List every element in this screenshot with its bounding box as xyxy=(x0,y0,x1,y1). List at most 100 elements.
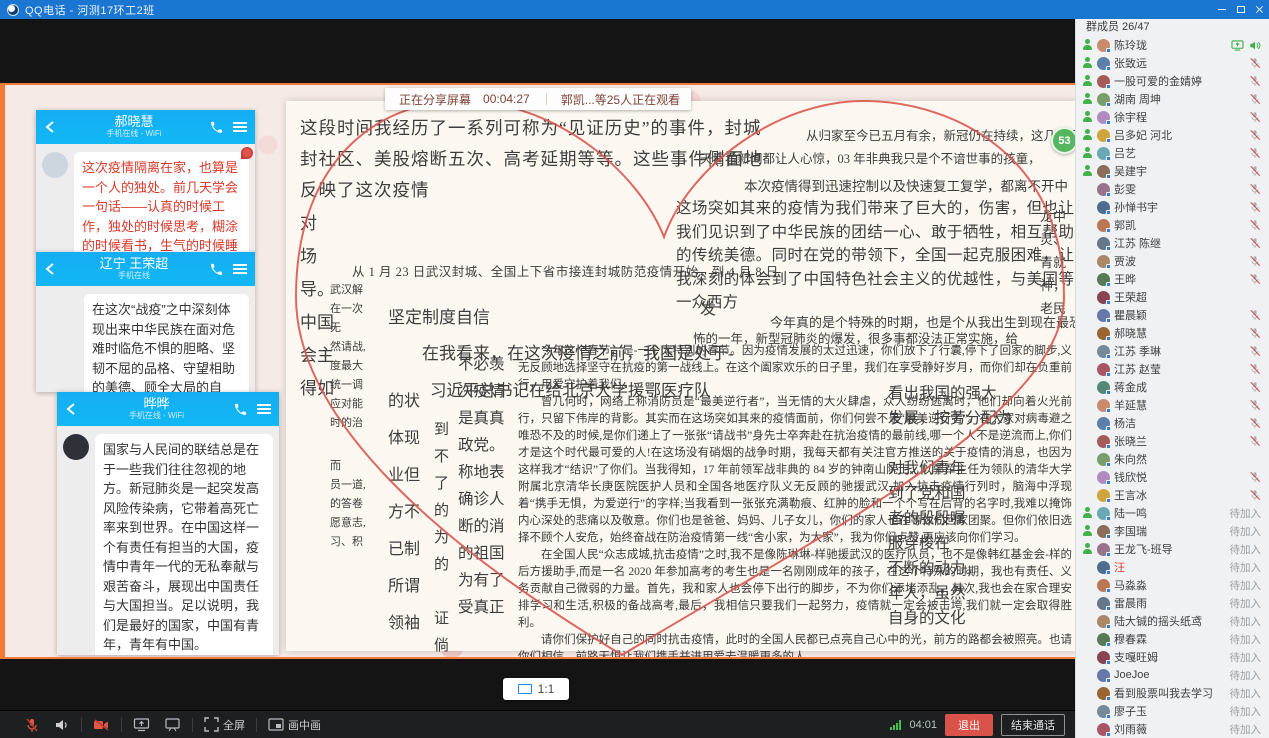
avatar xyxy=(1097,687,1110,700)
screen-share-icon xyxy=(133,717,150,733)
member-name: 贾波 xyxy=(1114,253,1245,269)
mic-muted-icon xyxy=(1249,75,1261,87)
minimize-button[interactable] xyxy=(1212,0,1231,19)
member-row[interactable]: 彭雯 xyxy=(1076,180,1269,198)
member-row[interactable]: 江苏 陈继 xyxy=(1076,234,1269,252)
member-name: 朱向然 xyxy=(1114,451,1261,467)
mobile-badge-icon xyxy=(1106,498,1111,503)
mobile-badge-icon xyxy=(1106,138,1111,143)
phone-icon[interactable] xyxy=(234,403,247,416)
member-row[interactable]: 一股可爱的金婧婷 xyxy=(1076,72,1269,90)
mobile-badge-icon xyxy=(1106,660,1111,665)
phone-icon[interactable] xyxy=(210,121,223,134)
close-button[interactable] xyxy=(1250,0,1269,19)
member-row[interactable]: 吕艺 xyxy=(1076,144,1269,162)
chat-bubble: 这次疫情隔离在家，也算是一个人的独处。前几天学会一句话——认真的时候工作，独处的… xyxy=(74,152,249,253)
member-name: 羊延慧 xyxy=(1114,397,1245,413)
mic-muted-icon xyxy=(1249,327,1261,339)
letter-paragraph: 请你们保护好自己的同时抗击疫情，此时的全国人民都已点亮自己心中的光，前方的路都会… xyxy=(518,632,1072,657)
mobile-badge-icon xyxy=(1106,264,1111,269)
member-row[interactable]: 陆大铖的摇头纸鸢待加入 xyxy=(1076,612,1269,630)
chat-screenshot-1: 郝晓慧 手机在线 - WiFi 这次疫情隔离在家，也算是一个人的独处。前几天学会… xyxy=(36,110,255,253)
avatar xyxy=(1097,75,1110,88)
member-row[interactable]: 徐宇程 xyxy=(1076,108,1269,126)
chat-contact-name: 晔晔 xyxy=(79,397,234,411)
mic-muted-icon xyxy=(1249,201,1261,213)
member-name: JoeJoe xyxy=(1114,669,1226,681)
screen-share-icon xyxy=(1231,40,1244,51)
member-row[interactable]: 张晓兰 xyxy=(1076,432,1269,450)
exit-button[interactable]: 退出 xyxy=(945,714,993,736)
pip-button[interactable]: 画中画 xyxy=(268,717,321,733)
member-row[interactable]: 江苏 赵莹 xyxy=(1076,360,1269,378)
menu-icon[interactable] xyxy=(233,122,247,132)
avatar xyxy=(63,434,89,460)
member-row[interactable]: 看到股票叫我去学习待加入 xyxy=(1076,684,1269,702)
zoom-ratio-button[interactable]: 1:1 xyxy=(503,678,569,700)
speaker-button[interactable] xyxy=(54,717,70,733)
doc-fragment: 龙中 灵、 青就 神， 老民 xyxy=(1040,205,1076,320)
member-row[interactable]: JoeJoe待加入 xyxy=(1076,666,1269,684)
member-row[interactable]: 江苏 季琳 xyxy=(1076,342,1269,360)
maximize-button[interactable] xyxy=(1231,0,1250,19)
mic-muted-icon xyxy=(1249,345,1261,357)
avatar xyxy=(1097,219,1110,232)
waiting-status: 待加入 xyxy=(1230,650,1262,665)
member-row[interactable]: 马淼淼待加入 xyxy=(1076,576,1269,594)
whiteboard-button[interactable] xyxy=(164,717,181,733)
member-row[interactable]: 瞿晨颖 xyxy=(1076,306,1269,324)
member-row[interactable]: 杨洁 xyxy=(1076,414,1269,432)
member-row[interactable]: 朱向然 xyxy=(1076,450,1269,468)
camera-muted-button[interactable] xyxy=(93,717,110,733)
member-row[interactable]: 张致远 xyxy=(1076,54,1269,72)
member-row[interactable]: 王言冰 xyxy=(1076,486,1269,504)
mic-muted-icon xyxy=(1249,183,1261,195)
mobile-badge-icon xyxy=(1106,48,1111,53)
member-row[interactable]: 贾波 xyxy=(1076,252,1269,270)
member-row[interactable]: 支嘎旺姆待加入 xyxy=(1076,648,1269,666)
fullscreen-button[interactable]: 全屏 xyxy=(204,717,245,733)
member-row[interactable]: 蒋金成 xyxy=(1076,378,1269,396)
avatar xyxy=(1097,417,1110,430)
mobile-badge-icon xyxy=(1106,624,1111,629)
member-row[interactable]: 刘雨薇待加入 xyxy=(1076,720,1269,738)
avatar xyxy=(1097,705,1110,718)
screen-share-button[interactable] xyxy=(133,717,150,733)
mobile-badge-icon xyxy=(1106,336,1111,341)
member-row[interactable]: 王龙飞-班导待加入 xyxy=(1076,540,1269,558)
member-row[interactable]: 陆一鸣待加入 xyxy=(1076,504,1269,522)
avatar xyxy=(1097,345,1110,358)
menu-icon[interactable] xyxy=(233,264,247,274)
member-row[interactable]: 郭凯 xyxy=(1076,216,1269,234)
member-row[interactable]: 孙惮书宇 xyxy=(1076,198,1269,216)
member-row[interactable]: 王晔 xyxy=(1076,270,1269,288)
menu-icon[interactable] xyxy=(257,404,271,414)
member-row[interactable]: 吴建宇 xyxy=(1076,162,1269,180)
member-row[interactable]: 王荣超 xyxy=(1076,288,1269,306)
avatar xyxy=(1097,111,1110,124)
member-row[interactable]: 穆春霖待加入 xyxy=(1076,630,1269,648)
back-icon[interactable] xyxy=(44,120,58,134)
member-name: 徐宇程 xyxy=(1114,109,1245,125)
back-icon[interactable] xyxy=(65,402,79,416)
member-row[interactable]: 廖子玉待加入 xyxy=(1076,702,1269,720)
member-name: 张致远 xyxy=(1114,55,1245,71)
back-icon[interactable] xyxy=(44,262,58,276)
member-row[interactable]: 郝晓慧 xyxy=(1076,324,1269,342)
notification-badge[interactable]: 53 xyxy=(1051,127,1078,154)
member-row[interactable]: 雷晨雨待加入 xyxy=(1076,594,1269,612)
member-row[interactable]: 羊延慧 xyxy=(1076,396,1269,414)
member-row[interactable]: 陈玲珑 xyxy=(1076,36,1269,54)
member-row[interactable]: 湖南 周坤 xyxy=(1076,90,1269,108)
divider xyxy=(192,718,193,732)
member-row[interactable]: 吕多妃 河北 xyxy=(1076,126,1269,144)
end-call-button[interactable]: 结束通话 xyxy=(1001,714,1065,736)
member-row[interactable]: 汪待加入 xyxy=(1076,558,1269,576)
mic-muted-button[interactable] xyxy=(24,717,40,733)
member-name: 陆大铖的摇头纸鸢 xyxy=(1114,613,1226,629)
member-row[interactable]: 李国瑞待加入 xyxy=(1076,522,1269,540)
member-row[interactable]: 钱欣悦 xyxy=(1076,468,1269,486)
member-name: 王荣超 xyxy=(1114,289,1261,305)
phone-icon[interactable] xyxy=(210,263,223,276)
member-name: 看到股票叫我去学习 xyxy=(1114,685,1226,701)
